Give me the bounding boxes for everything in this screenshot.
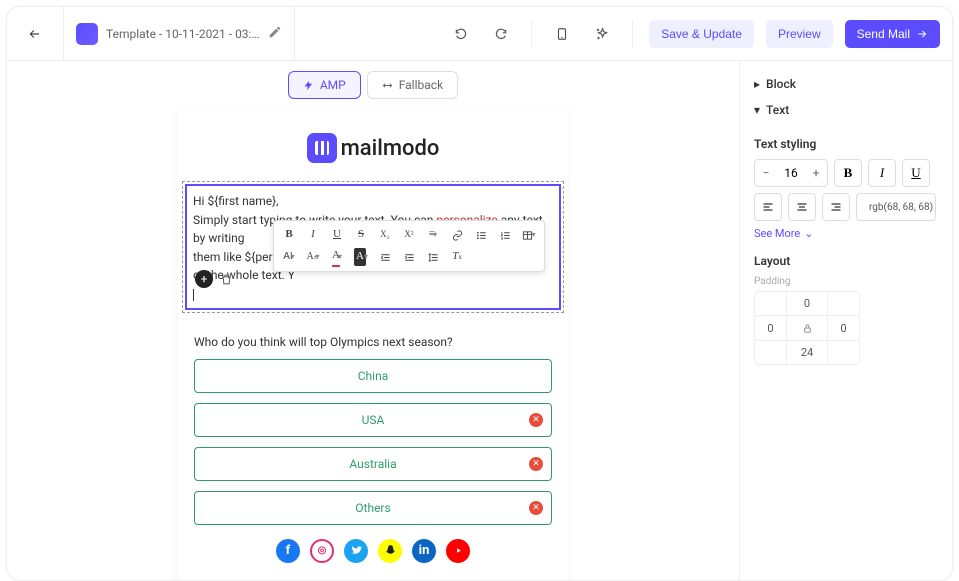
- font-color-button[interactable]: A▾: [326, 247, 348, 267]
- send-mail-button[interactable]: Send Mail: [845, 20, 940, 48]
- italic-style-button[interactable]: I: [868, 159, 896, 187]
- text-styling-title: Text styling: [754, 137, 938, 151]
- layout-title: Layout: [754, 254, 938, 268]
- option-australia[interactable]: Australia✕: [194, 447, 552, 481]
- twitter-icon[interactable]: [344, 539, 368, 563]
- padding-lock-icon[interactable]: [787, 316, 827, 340]
- align-right-button[interactable]: [822, 193, 850, 221]
- list-ul-button[interactable]: [470, 225, 492, 245]
- bold-style-button[interactable]: B: [834, 159, 862, 187]
- font-size-value: 16: [777, 166, 805, 180]
- subscript-button[interactable]: X₂: [374, 225, 396, 245]
- rich-text-toolbar: B I U S X₂ X² ≡▾: [273, 220, 545, 272]
- social-icons: f ◎ in: [194, 539, 552, 563]
- remove-option-icon[interactable]: ✕: [529, 457, 543, 471]
- template-title: Template - 10-11-2021 - 03:…: [106, 27, 260, 41]
- edit-title-icon[interactable]: [268, 24, 282, 43]
- color-value: rgb(68, 68, 68): [869, 202, 933, 213]
- magic-icon[interactable]: [588, 20, 616, 48]
- app-logo: [76, 23, 98, 45]
- tab-amp-label: AMP: [320, 78, 346, 92]
- linkedin-icon[interactable]: in: [412, 539, 436, 563]
- strike-button[interactable]: S: [350, 225, 372, 245]
- topbar: Template - 10-11-2021 - 03:… Save & Upda…: [7, 7, 952, 61]
- tab-fallback[interactable]: Fallback: [367, 71, 458, 99]
- delete-block-button[interactable]: [217, 270, 235, 288]
- align-center-button[interactable]: [788, 193, 816, 221]
- indent-button[interactable]: [398, 247, 420, 267]
- remove-option-icon[interactable]: ✕: [529, 413, 543, 427]
- tab-amp[interactable]: AMP: [288, 71, 361, 99]
- text-line-1: Hi ${first name},: [193, 194, 279, 208]
- underline-style-button[interactable]: U: [902, 159, 930, 187]
- instagram-icon[interactable]: ◎: [310, 539, 334, 563]
- add-block-button[interactable]: +: [195, 270, 213, 288]
- align-left-button[interactable]: [754, 193, 782, 221]
- bold-button[interactable]: B: [278, 225, 300, 245]
- padding-left[interactable]: 0: [755, 316, 787, 340]
- padding-bottom[interactable]: 24: [787, 340, 827, 364]
- save-update-button[interactable]: Save & Update: [649, 20, 754, 48]
- back-button[interactable]: [19, 18, 51, 50]
- text-accordion[interactable]: ▾ Text: [754, 97, 938, 123]
- tab-fallback-label: Fallback: [399, 78, 443, 92]
- option-others[interactable]: Others✕: [194, 491, 552, 525]
- underline-button[interactable]: U: [326, 225, 348, 245]
- line-height-button[interactable]: [422, 247, 444, 267]
- email-canvas[interactable]: mailmodo Hi ${first name}, Simply start …: [178, 109, 568, 580]
- undo-button[interactable]: [447, 20, 475, 48]
- option-china[interactable]: China: [194, 359, 552, 393]
- block-label: Block: [766, 77, 796, 91]
- canvas-pane: AMP Fallback mailmodo Hi ${first name}, …: [7, 61, 739, 580]
- font-size-button[interactable]: A±▾: [302, 247, 324, 267]
- mode-tabs: AMP Fallback: [288, 71, 458, 99]
- ai-button[interactable]: AI▾: [278, 247, 300, 267]
- brand-name: mailmodo: [341, 136, 440, 161]
- text-color-input[interactable]: rgb(68, 68, 68): [856, 193, 936, 221]
- decrease-font-button[interactable]: −: [755, 160, 777, 186]
- padding-top[interactable]: 0: [787, 292, 827, 316]
- youtube-icon[interactable]: [446, 539, 470, 563]
- highlight-button[interactable]: A▾: [350, 247, 372, 267]
- title-region: Template - 10-11-2021 - 03:…: [63, 7, 295, 60]
- send-mail-label: Send Mail: [857, 27, 910, 41]
- padding-right[interactable]: 0: [827, 316, 859, 340]
- question-text: Who do you think will top Olympics next …: [194, 335, 552, 349]
- block-accordion[interactable]: ▸ Block: [754, 71, 938, 97]
- selected-block[interactable]: Hi ${first name}, Simply start typing to…: [182, 181, 564, 313]
- block-tools: +: [195, 270, 235, 288]
- link-button[interactable]: [446, 225, 468, 245]
- properties-sidebar: ▸ Block ▾ Text Text styling − 16 + B I U: [739, 61, 952, 580]
- table-button[interactable]: ▾: [518, 225, 540, 245]
- device-preview-icon[interactable]: [548, 20, 576, 48]
- brand: mailmodo: [194, 133, 552, 163]
- redo-button[interactable]: [487, 20, 515, 48]
- superscript-button[interactable]: X²: [398, 225, 420, 245]
- clear-format-button[interactable]: Tx: [446, 247, 468, 267]
- brand-logo-icon: [307, 133, 337, 163]
- padding-label: Padding: [754, 276, 938, 287]
- facebook-icon[interactable]: f: [276, 539, 300, 563]
- increase-font-button[interactable]: +: [805, 160, 827, 186]
- option-usa[interactable]: USA✕: [194, 403, 552, 437]
- italic-button[interactable]: I: [302, 225, 324, 245]
- chevron-right-icon: ▸: [754, 77, 760, 91]
- text-block-editor[interactable]: Hi ${first name}, Simply start typing to…: [185, 184, 561, 310]
- chevron-down-icon: ▾: [754, 103, 760, 117]
- remove-option-icon[interactable]: ✕: [529, 501, 543, 515]
- text-cursor: [193, 289, 194, 301]
- preview-button[interactable]: Preview: [766, 20, 833, 48]
- see-more-link[interactable]: See More ⌄: [754, 227, 938, 240]
- snapchat-icon[interactable]: [378, 539, 402, 563]
- list-ol-button[interactable]: [494, 225, 516, 245]
- align-button[interactable]: ≡▾: [422, 225, 444, 245]
- padding-control[interactable]: 0 0 0 24: [754, 291, 860, 365]
- chevron-down-icon: ⌄: [804, 227, 813, 240]
- text-label: Text: [766, 103, 789, 117]
- outdent-button[interactable]: [374, 247, 396, 267]
- font-size-stepper[interactable]: − 16 +: [754, 159, 828, 187]
